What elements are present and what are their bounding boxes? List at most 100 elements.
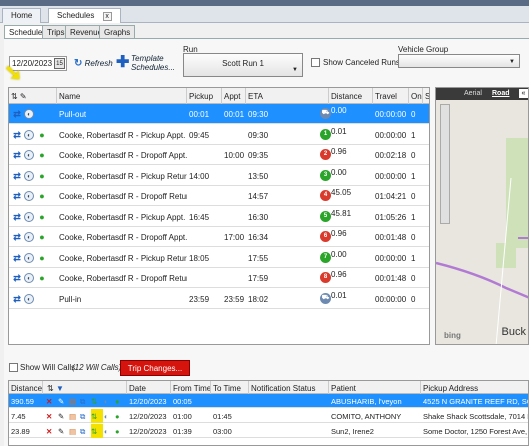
details-icon[interactable]: ◐ [24,109,34,119]
col-notification-status[interactable]: Notification Status [249,381,329,394]
swap-icon[interactable]: ⇄ [12,212,22,222]
cell-travel: 01:04:21 [375,192,407,201]
calendar-icon[interactable]: 15 [54,58,65,69]
filter-icon[interactable]: ▼ [56,384,64,393]
schedule-row[interactable]: ⇄ ◐ ● Cooke, Robertasdf R - Pickup Return 14… [9,166,429,186]
location-pin-icon[interactable]: ● [37,191,47,201]
reorder-icon[interactable]: ⇅ [91,409,103,423]
swap-icon[interactable]: ⇄ [12,191,22,201]
details-icon[interactable]: ◐ [24,273,34,283]
cancel-icon[interactable]: ✕ [46,394,56,408]
edit-icon[interactable]: ✎ [58,394,68,408]
reorder-icon[interactable]: ⇅ [47,384,54,393]
col-patient[interactable]: Patient [329,381,421,394]
details-icon[interactable]: ◐ [24,211,34,222]
edit-icon[interactable]: ✎ [58,409,68,423]
col-distance[interactable]: Distance [329,88,373,104]
schedule-row[interactable]: ⇄ ◐ ● Cooke, Robertasdf R - Dropoff Appt. 17… [9,227,429,247]
show-canceled-runs-checkbox[interactable] [311,58,320,67]
run-select[interactable]: Scott Run 1 ▼ [183,53,303,77]
cell-pickup-address: Shake Shack Scottsdale, 7014 E Camelback [423,412,528,421]
col-eta[interactable]: ETA [246,88,329,104]
location-pin-icon[interactable]: ● [37,253,47,263]
col-on[interactable]: On [409,88,423,104]
details-icon[interactable]: ◐ [24,129,34,140]
schedule-row[interactable]: ⇄ ◐ ● Cooke, Robertasdf R - Dropoff Appt. 10… [9,145,429,165]
swap-icon[interactable]: ⇄ [12,130,22,140]
col-actions[interactable]: ⇅ ▼ [43,381,127,394]
location-pin-icon[interactable]: ● [37,130,47,140]
swap-icon[interactable]: ⇄ [12,253,22,263]
vehicle-group-select[interactable]: ▼ [398,54,520,68]
refresh-button[interactable]: ↻ Refresh [74,58,113,69]
swap-icon[interactable]: ⇄ [12,150,22,160]
swap-icon[interactable]: ⇄ [12,171,22,181]
col-to-time[interactable]: To Time [211,381,249,394]
col-appt[interactable]: Appt [222,88,246,104]
template-schedules-button[interactable]: ✚ Template Schedules... [116,54,176,76]
tab-home[interactable]: Home [2,8,42,23]
col-name[interactable]: Name [57,88,187,104]
location-pin-icon[interactable]: ● [37,150,47,160]
location-pin-icon[interactable]: ● [115,424,125,438]
schedule-row[interactable]: ⇄ ◐ ● Cooke, Robertasdf R - Dropoff Return 1… [9,186,429,206]
tab-schedules[interactable]: Schedules x [48,8,121,23]
col-travel[interactable]: Travel [373,88,409,104]
details-icon[interactable]: ◐ [104,394,114,408]
col-pickup-address[interactable]: Pickup Address [421,381,528,394]
will-call-row[interactable]: 23.89 ✕ ✎ ▤ ⧉ ⇅ ◐ ● 12/20/2023 01:39 03:00 Sun2, Ir… [9,424,528,438]
schedule-row[interactable]: ⇄ ◐ Pull-out 00:01 00:01 09:30 ⛟ 0.00 00:00:00 0 [9,104,429,124]
details-icon[interactable]: ◐ [104,424,114,438]
cancel-icon[interactable]: ✕ [46,409,56,423]
location-pin-icon[interactable]: ● [37,171,47,181]
stop-sequence-badge: 1 [320,128,331,140]
cell-pickup-address: 4525 N GRANITE REEF RD, SCOTTSDALE [423,397,528,406]
cancel-icon[interactable]: ✕ [46,424,56,438]
reorder-icon[interactable]: ⇅ [91,424,103,438]
document-icon[interactable]: ▤ [69,394,79,408]
show-will-calls-checkbox[interactable] [9,363,18,372]
swap-icon[interactable]: ⇄ [12,232,22,242]
location-pin-icon[interactable]: ● [37,232,47,242]
col-s[interactable]: S [423,88,429,104]
document-icon[interactable]: ▤ [69,409,79,423]
details-icon[interactable]: ◐ [104,409,114,423]
location-pin-icon[interactable]: ● [37,212,47,222]
details-icon[interactable]: ◐ [24,252,34,263]
reorder-icon[interactable]: ⇅ [91,394,103,408]
details-icon[interactable]: ◐ [24,150,34,160]
copy-icon[interactable]: ⧉ [80,409,90,423]
location-pin-icon[interactable]: ● [37,273,47,283]
stop-sequence-badge: 2 [320,149,331,160]
copy-icon[interactable]: ⧉ [80,394,90,408]
will-call-row[interactable]: 7.45 ✕ ✎ ▤ ⧉ ⇅ ◐ ● 12/20/2023 01:00 01:45 COMITO, A… [9,409,528,423]
tab-graphs[interactable]: Graphs [99,25,136,39]
grid-toolbar-icons[interactable]: ⇅ ✎ [9,88,57,104]
copy-icon[interactable]: ⧉ [80,424,90,438]
col-date[interactable]: Date [127,381,171,394]
map-view[interactable]: Aerial Road « bing Buck [435,87,529,345]
col-from-time[interactable]: From Time [171,381,211,394]
location-pin-icon[interactable]: ● [115,394,125,408]
location-pin-icon[interactable]: ● [115,409,125,423]
schedule-row[interactable]: ⇄ ◐ ● Cooke, Robertasdf R - Pickup Appt. 16:… [9,207,429,227]
schedule-row[interactable]: ⇄ ◐ ● Cooke, Robertasdf R - Pickup Appt. 09:… [9,125,429,145]
swap-icon[interactable]: ⇄ [12,294,22,304]
edit-icon[interactable]: ✎ [58,424,68,438]
col-pickup[interactable]: Pickup [187,88,222,104]
schedule-row[interactable]: ⇄ ◐ ● Cooke, Robertasdf R - Pickup Return 18… [9,248,429,268]
schedule-row[interactable]: ⇄ ◐ Pull-in 23:59 23:59 18:02 ⛟ 0.01 00:00:00 0 [9,289,429,309]
schedule-row[interactable]: ⇄ ◐ ● Cooke, Robertasdf R - Dropoff Return 1… [9,268,429,288]
col-distance[interactable]: Distance [9,381,43,394]
will-call-row[interactable]: 390.59 ✕ ✎ ▤ ⧉ ⇅ ◐ ● 12/20/2023 00:05 ABUSHARIB, l… [9,394,528,408]
close-tab-icon[interactable]: x [102,12,112,21]
details-icon[interactable]: ◐ [24,191,34,201]
document-icon[interactable]: ▤ [69,424,79,438]
swap-icon[interactable]: ⇄ [12,273,22,283]
cell-from-time: 00:05 [173,397,192,406]
details-icon[interactable]: ◐ [24,232,34,242]
trip-changes-button[interactable]: Trip Changes... [120,360,190,376]
swap-icon[interactable]: ⇄ [12,109,22,119]
details-icon[interactable]: ◐ [24,170,34,181]
details-icon[interactable]: ◐ [24,293,34,304]
